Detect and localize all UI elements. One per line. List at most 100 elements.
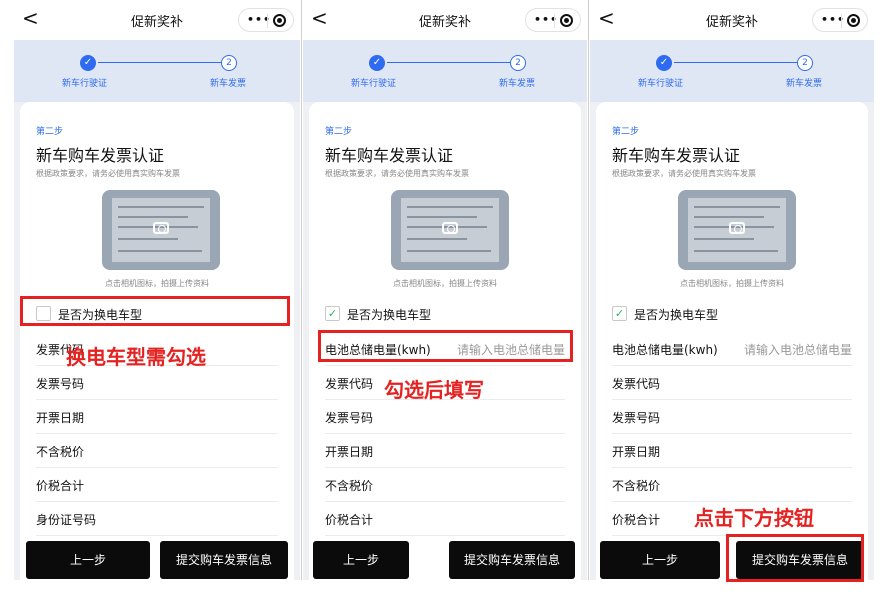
phone-screen-step2: < 促新奖补 ••• ✓ 2 新车行驶证 新车发票 第二步 新车购车发票认证 根…	[303, 0, 587, 580]
issue-date-field[interactable]: 开票日期	[36, 400, 278, 434]
form-title: 新车购车发票认证	[36, 146, 165, 165]
step-connector	[98, 62, 221, 63]
camera-icon[interactable]	[153, 222, 169, 234]
upload-caption: 点击相机图标，拍摄上传资料	[680, 279, 784, 288]
annotation-click-button: 点击下方按钮	[694, 506, 814, 530]
submit-invoice-button[interactable]: 提交购车发票信息	[160, 541, 288, 579]
step1-done-icon: ✓	[80, 55, 96, 71]
annotation-fill-after-check: 勾选后填写	[384, 378, 484, 402]
prev-step-button[interactable]: 上一步	[313, 541, 409, 579]
step2-number: 2	[221, 55, 237, 71]
step-connector	[674, 62, 797, 63]
camera-icon[interactable]	[442, 222, 458, 234]
progress-stepper: ✓ 2 新车行驶证 新车发票	[590, 40, 874, 102]
issue-date-field[interactable]: 开票日期	[325, 434, 565, 468]
capsule-divider	[267, 14, 268, 28]
prev-step-button[interactable]: 上一步	[600, 541, 720, 579]
invoice-code-field[interactable]: 发票代码	[612, 366, 852, 400]
field-label: 身份证号码	[36, 513, 97, 527]
upload-caption: 点击相机图标，拍摄上传资料	[393, 279, 497, 288]
nav-bar: < 促新奖补 •••	[303, 0, 587, 40]
phone-screen-step1: < 促新奖补 ••• ✓ 2 新车行驶证 新车发票 第二步 新车购车发票认证 根…	[14, 0, 300, 580]
invoice-number-field[interactable]: 发票号码	[36, 366, 278, 400]
form-hint: 根据政策要求，请务必使用真实购车发票	[325, 169, 469, 178]
highlight-swap-checkbox	[20, 296, 290, 326]
issue-date-field[interactable]: 开票日期	[612, 434, 852, 468]
close-target-icon[interactable]	[560, 14, 573, 27]
field-label: 发票号码	[325, 411, 374, 425]
form-hint: 根据政策要求，请务必使用真实购车发票	[612, 169, 756, 178]
invoice-upload-image[interactable]	[102, 190, 220, 270]
progress-stepper: ✓ 2 新车行驶证 新车发票	[303, 40, 587, 102]
step1-label: 新车行驶证	[351, 79, 397, 89]
step2-label: 新车发票	[499, 79, 536, 89]
capsule-divider	[554, 14, 555, 28]
field-label: 价税合计	[612, 513, 661, 527]
field-label: 开票日期	[36, 411, 85, 425]
highlight-submit-button	[726, 534, 864, 582]
field-label: 开票日期	[325, 445, 374, 459]
capsule-divider	[841, 14, 842, 28]
invoice-upload-image[interactable]	[678, 190, 796, 270]
price-ex-tax-field[interactable]: 不含税价	[325, 468, 565, 502]
total-with-tax-field[interactable]: 价税合计	[325, 502, 565, 536]
mini-program-capsule: •••	[238, 8, 294, 32]
step-tag: 第二步	[612, 127, 640, 137]
battery-capacity-field[interactable]: 电池总储电量(kwh) 请输入电池总储电量	[612, 332, 852, 366]
phone-screen-step3: < 促新奖补 ••• ✓ 2 新车行驶证 新车发票 第二步 新车购车发票认证 根…	[590, 0, 874, 580]
field-label: 价税合计	[325, 513, 374, 527]
id-number-field[interactable]: 身份证号码	[36, 502, 278, 536]
nav-bar: < 促新奖补 •••	[590, 0, 874, 40]
step2-number: 2	[510, 55, 526, 71]
field-label: 开票日期	[612, 445, 661, 459]
form-title: 新车购车发票认证	[612, 146, 741, 165]
close-target-icon[interactable]	[273, 14, 286, 27]
field-label: 发票代码	[612, 377, 661, 391]
panel-divider	[301, 0, 302, 580]
price-ex-tax-field[interactable]: 不含税价	[36, 434, 278, 468]
invoice-number-field[interactable]: 发票号码	[612, 400, 852, 434]
invoice-number-field[interactable]: 发票号码	[325, 400, 565, 434]
mini-program-capsule: •••	[525, 8, 581, 32]
checkbox-checked-icon[interactable]: ✓	[612, 306, 627, 321]
highlight-battery-field	[318, 330, 573, 362]
tutorial-canvas: < 促新奖补 ••• ✓ 2 新车行驶证 新车发票 第二步 新车购车发票认证 根…	[0, 0, 888, 600]
step1-done-icon: ✓	[369, 55, 385, 71]
prev-step-button[interactable]: 上一步	[26, 541, 150, 579]
step-connector	[387, 62, 510, 63]
submit-invoice-button[interactable]: 提交购车发票信息	[449, 541, 575, 579]
step-tag: 第二步	[325, 127, 353, 137]
step1-label: 新车行驶证	[638, 79, 684, 89]
close-target-icon[interactable]	[847, 14, 860, 27]
checkbox-checked-icon[interactable]: ✓	[325, 306, 340, 321]
field-label: 不含税价	[325, 479, 374, 493]
step-tag: 第二步	[36, 127, 64, 137]
step2-number: 2	[797, 55, 813, 71]
battery-capacity-input[interactable]: 请输入电池总储电量	[744, 341, 852, 358]
step2-label: 新车发票	[786, 79, 823, 89]
swap-battery-label: 是否为换电车型	[634, 308, 719, 322]
step1-done-icon: ✓	[656, 55, 672, 71]
total-with-tax-field[interactable]: 价税合计	[36, 468, 278, 502]
field-label: 不含税价	[36, 445, 85, 459]
panel-divider	[588, 0, 589, 580]
field-label: 发票代码	[325, 377, 374, 391]
annotation-swap-required: 换电车型需勾选	[66, 345, 206, 369]
step2-label: 新车发票	[210, 79, 247, 89]
mini-program-capsule: •••	[812, 8, 868, 32]
field-label: 电池总储电量(kwh)	[612, 343, 718, 357]
field-label: 不含税价	[612, 479, 661, 493]
form-title: 新车购车发票认证	[325, 146, 454, 165]
field-label: 发票号码	[612, 411, 661, 425]
step1-label: 新车行驶证	[62, 79, 108, 89]
nav-bar: < 促新奖补 •••	[14, 0, 300, 40]
price-ex-tax-field[interactable]: 不含税价	[612, 468, 852, 502]
invoice-upload-image[interactable]	[391, 190, 509, 270]
field-label: 发票号码	[36, 377, 85, 391]
swap-battery-label: 是否为换电车型	[347, 308, 432, 322]
form-hint: 根据政策要求，请务必使用真实购车发票	[36, 169, 180, 178]
upload-caption: 点击相机图标，拍摄上传资料	[105, 279, 209, 288]
camera-icon[interactable]	[729, 222, 745, 234]
field-label: 价税合计	[36, 479, 85, 493]
progress-stepper: ✓ 2 新车行驶证 新车发票	[14, 40, 300, 102]
